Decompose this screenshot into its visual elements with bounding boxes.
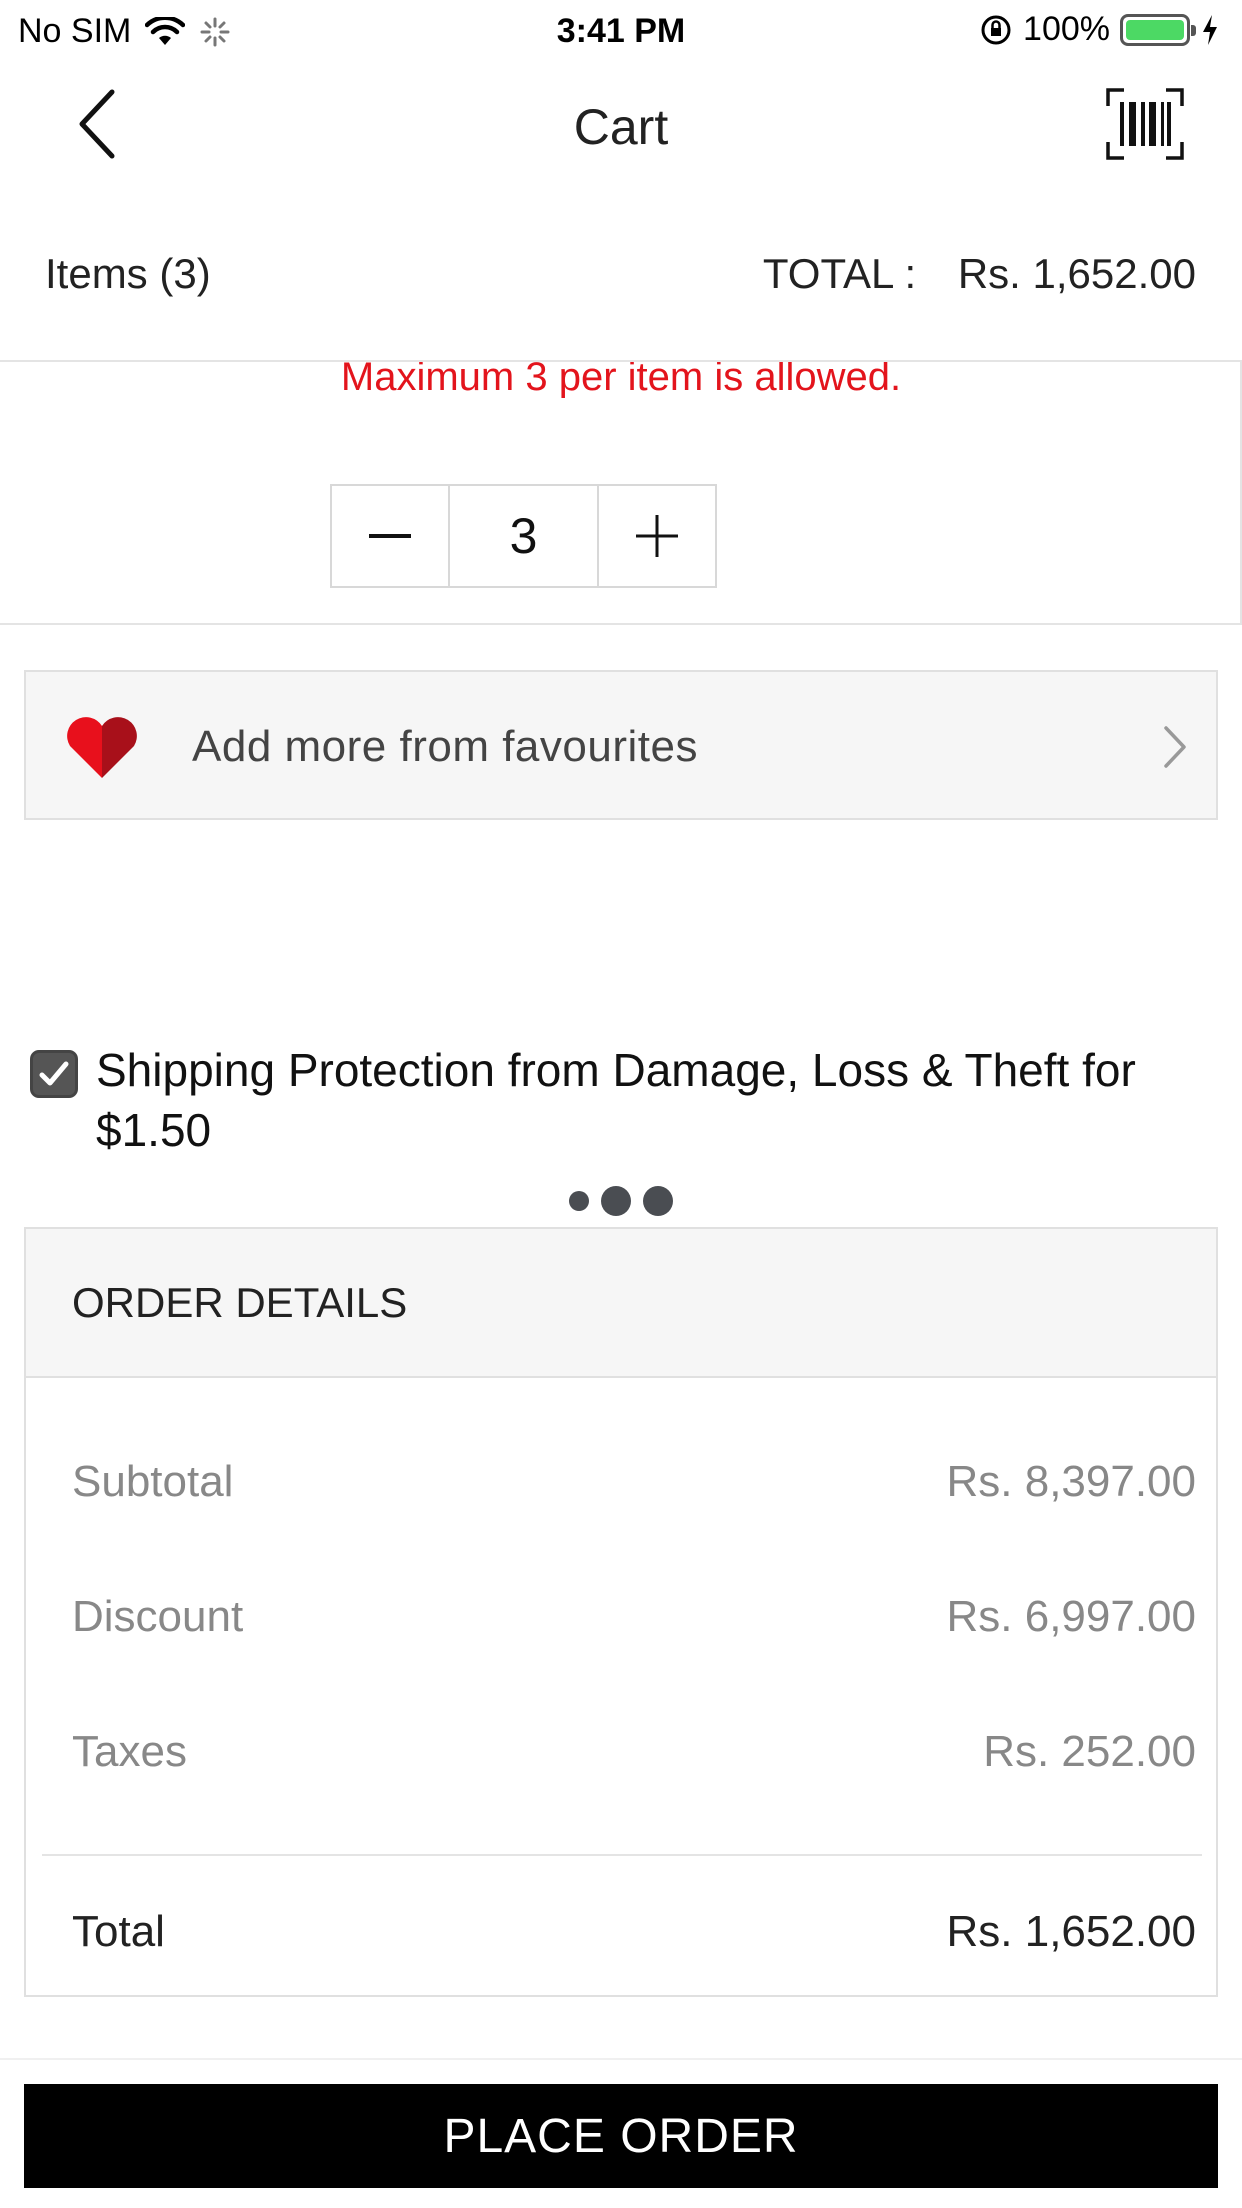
quantity-value: 3 bbox=[450, 486, 599, 586]
order-details: ORDER DETAILS Subtotal Rs. 8,397.00 Disc… bbox=[24, 1227, 1218, 1997]
shipping-protection: Shipping Protection from Damage, Loss & … bbox=[30, 1040, 1210, 1170]
add-from-favourites-row[interactable]: Add more from favourites bbox=[24, 670, 1218, 820]
page-indicator bbox=[0, 1185, 1242, 1217]
barcode-icon bbox=[1106, 88, 1184, 160]
page-dot bbox=[569, 1191, 589, 1211]
order-total-row: Total Rs. 1,652.00 bbox=[72, 1907, 1196, 1957]
order-total-value: Rs. 1,652.00 bbox=[946, 1907, 1197, 1956]
status-bar: No SIM 3:41 PM 100% bbox=[0, 0, 1242, 62]
plus-icon bbox=[636, 515, 678, 557]
page-dot bbox=[643, 1186, 673, 1216]
discount-label: Discount bbox=[72, 1592, 244, 1641]
total-value: Rs. 1,652.00 bbox=[957, 250, 1196, 297]
discount-row: Discount Rs. 6,997.00 bbox=[72, 1592, 1196, 1642]
nav-bar: Cart bbox=[0, 62, 1242, 192]
barcode-scan-button[interactable] bbox=[1106, 88, 1184, 160]
status-right: 100% bbox=[979, 10, 1220, 49]
place-order-button[interactable]: PLACE ORDER bbox=[24, 2084, 1218, 2188]
subtotal-value: Rs. 8,397.00 bbox=[946, 1457, 1197, 1506]
checkmark-icon bbox=[39, 1061, 69, 1086]
taxes-row: Taxes Rs. 252.00 bbox=[72, 1727, 1196, 1777]
cart-item-card: Maximum 3 per item is allowed. 3 bbox=[0, 360, 1242, 625]
cart-summary: Items (3) TOTAL : Rs. 1,652.00 bbox=[0, 250, 1242, 316]
decrease-quantity-button[interactable] bbox=[332, 486, 450, 586]
max-quantity-error: Maximum 3 per item is allowed. bbox=[340, 362, 902, 398]
order-divider bbox=[42, 1854, 1202, 1856]
order-total-label: Total bbox=[72, 1907, 165, 1956]
page-title: Cart bbox=[573, 99, 669, 155]
charging-bolt-icon bbox=[1203, 14, 1217, 45]
subtotal-row: Subtotal Rs. 8,397.00 bbox=[72, 1457, 1196, 1507]
discount-value: Rs. 6,997.00 bbox=[946, 1592, 1197, 1641]
quantity-stepper: 3 bbox=[330, 484, 717, 588]
minus-icon bbox=[369, 534, 411, 538]
orientation-lock-icon bbox=[981, 15, 1011, 44]
items-number: (3) bbox=[159, 250, 211, 297]
chevron-right-icon bbox=[1164, 726, 1186, 768]
items-label: Items bbox=[45, 250, 148, 297]
heart-icon bbox=[67, 717, 137, 778]
increase-quantity-button[interactable] bbox=[599, 486, 715, 586]
battery-percent: 100% bbox=[1023, 10, 1110, 48]
header-total: TOTAL : Rs. 1,652.00 bbox=[763, 250, 1196, 298]
battery-icon bbox=[1120, 13, 1196, 46]
taxes-label: Taxes bbox=[72, 1727, 187, 1776]
place-order-bar: PLACE ORDER bbox=[0, 2058, 1242, 2208]
shipping-protection-text: Shipping Protection from Damage, Loss & … bbox=[96, 1044, 1136, 1156]
order-details-header: ORDER DETAILS bbox=[26, 1229, 1216, 1378]
items-count: Items (3) bbox=[45, 250, 211, 298]
page-dot bbox=[601, 1186, 631, 1216]
subtotal-label: Subtotal bbox=[72, 1457, 234, 1506]
order-details-title: ORDER DETAILS bbox=[72, 1279, 408, 1326]
shipping-protection-checkbox[interactable] bbox=[30, 1050, 78, 1098]
taxes-value: Rs. 252.00 bbox=[983, 1727, 1196, 1776]
favourites-label: Add more from favourites bbox=[192, 722, 698, 771]
total-label: TOTAL : bbox=[762, 250, 917, 297]
